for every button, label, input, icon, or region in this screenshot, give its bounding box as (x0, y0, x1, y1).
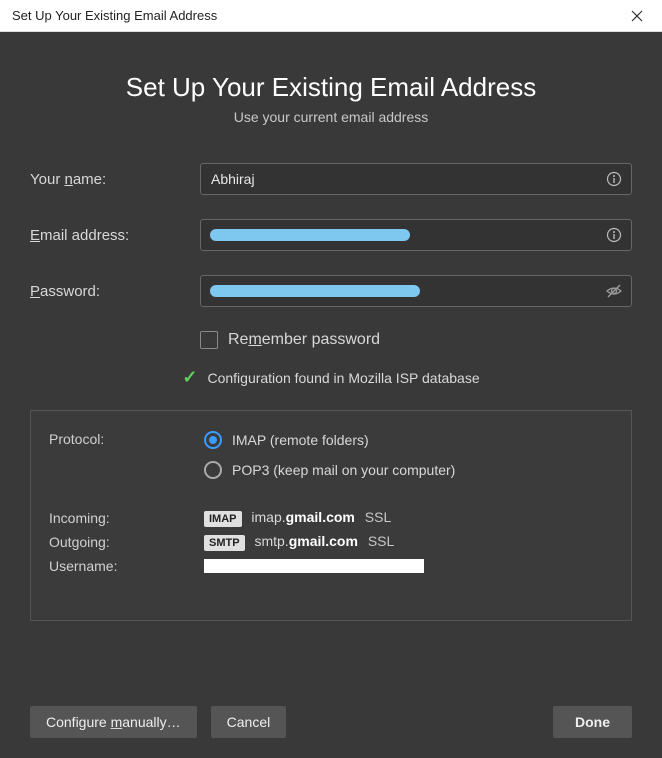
configure-manually-button[interactable]: Configure manually… (30, 706, 197, 738)
radio-imap[interactable]: IMAP (remote folders) (204, 431, 455, 449)
outgoing-label: Outgoing: (49, 534, 204, 550)
outgoing-ssl: SSL (368, 533, 394, 549)
name-row: Your name: (30, 163, 632, 195)
done-button[interactable]: Done (553, 706, 632, 738)
config-panel: Protocol: IMAP (remote folders) POP3 (ke… (30, 410, 632, 621)
window-title: Set Up Your Existing Email Address (12, 8, 217, 23)
window-titlebar: Set Up Your Existing Email Address (0, 0, 662, 32)
incoming-row: Incoming: IMAP imap.gmail.com SSL (49, 509, 613, 527)
check-icon: ✓ (182, 367, 197, 388)
remember-row: Remember password (200, 331, 632, 349)
page-title: Set Up Your Existing Email Address (30, 72, 632, 103)
page-subtitle: Use your current email address (30, 109, 632, 125)
status-text: Configuration found in Mozilla ISP datab… (207, 370, 479, 386)
dialog-footer: Configure manually… Cancel Done (30, 682, 632, 738)
password-row: Password: (30, 275, 632, 307)
close-icon[interactable] (614, 1, 660, 31)
name-input[interactable] (200, 163, 632, 195)
radio-icon (204, 431, 222, 449)
outgoing-row: Outgoing: SMTP smtp.gmail.com SSL (49, 533, 613, 551)
email-row: Email address: (30, 219, 632, 251)
username-row: Username: (49, 557, 613, 574)
incoming-server: imap.gmail.com (251, 509, 354, 525)
password-label: Password: (30, 283, 200, 300)
remember-checkbox[interactable] (200, 331, 218, 349)
redacted-username (204, 559, 424, 573)
redacted-email (210, 229, 410, 241)
radio-pop3[interactable]: POP3 (keep mail on your computer) (204, 461, 455, 479)
incoming-ssl: SSL (365, 509, 391, 525)
radio-icon (204, 461, 222, 479)
header: Set Up Your Existing Email Address Use y… (30, 72, 632, 125)
redacted-password (210, 285, 420, 297)
imap-badge: IMAP (204, 511, 242, 527)
smtp-badge: SMTP (204, 535, 245, 551)
name-label: Your name: (30, 171, 200, 188)
protocol-row: Protocol: IMAP (remote folders) POP3 (ke… (49, 431, 613, 479)
cancel-button[interactable]: Cancel (211, 706, 287, 738)
remember-label: Remember password (228, 331, 380, 349)
status-message: ✓ Configuration found in Mozilla ISP dat… (30, 367, 632, 388)
outgoing-server: smtp.gmail.com (254, 533, 357, 549)
info-icon[interactable] (604, 169, 624, 189)
username-label: Username: (49, 558, 204, 574)
eye-off-icon[interactable] (604, 281, 624, 301)
email-label: Email address: (30, 227, 200, 244)
incoming-label: Incoming: (49, 510, 204, 526)
protocol-label: Protocol: (49, 431, 204, 447)
dialog-body: Set Up Your Existing Email Address Use y… (0, 32, 662, 758)
info-icon[interactable] (604, 225, 624, 245)
